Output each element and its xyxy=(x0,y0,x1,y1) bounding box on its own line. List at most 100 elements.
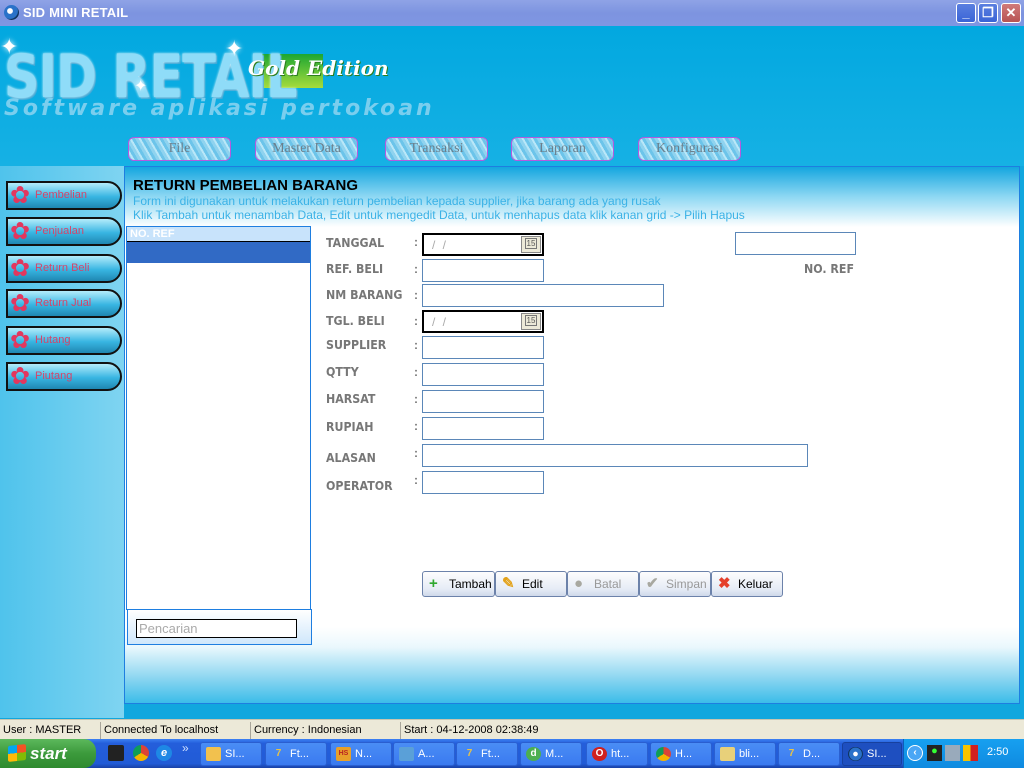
task-7zip-3[interactable]: 7 D... xyxy=(778,742,840,766)
restore-button[interactable]: ❐ xyxy=(978,3,998,23)
menu-transaksi[interactable]: Transaksi xyxy=(385,137,488,161)
task-hs[interactable]: HS N... xyxy=(330,742,392,766)
keluar-button[interactable]: ✖ Keluar xyxy=(711,571,783,597)
close-button[interactable]: ✕ xyxy=(1001,3,1021,23)
status-start-time: Start : 04-12-2008 02:38:49 xyxy=(400,722,1024,739)
task-media[interactable]: A... xyxy=(393,742,455,766)
batal-button[interactable]: ● Batal xyxy=(567,571,639,597)
task-zip-folder[interactable]: bli... xyxy=(714,742,776,766)
button-label: Tambah xyxy=(449,577,492,591)
alasan-field[interactable] xyxy=(422,444,808,467)
button-label: Edit xyxy=(522,577,543,591)
chrome-icon xyxy=(656,747,671,761)
media-icon xyxy=(399,747,414,761)
start-button[interactable]: start xyxy=(0,739,96,768)
sparkle-icon: ✦ xyxy=(0,34,19,59)
start-label: start xyxy=(30,744,67,763)
task-dreamweaver[interactable]: d M... xyxy=(520,742,582,766)
title-bar: SID MINI RETAIL _ ❐ ✕ xyxy=(0,0,1024,26)
quicklaunch-app-icon[interactable] xyxy=(108,745,124,761)
grid-column-header[interactable]: NO. REF xyxy=(127,227,310,242)
qtty-field[interactable] xyxy=(422,363,544,386)
edit-button[interactable]: ✎ Edit xyxy=(495,571,567,597)
task-label: SI... xyxy=(225,748,245,760)
form-panel: RETURN PEMBELIAN BARANG Form ini digunak… xyxy=(124,166,1020,704)
minimize-button[interactable]: _ xyxy=(956,3,976,23)
sidebar-item-piutang[interactable]: ✿ Piutang xyxy=(6,362,122,391)
tambah-button[interactable]: + Tambah xyxy=(422,571,495,597)
logo-subtitle: Software aplikasi pertokoan xyxy=(4,96,435,121)
app-globe-icon xyxy=(848,747,863,761)
colon: : xyxy=(414,262,418,276)
operator-field[interactable] xyxy=(422,471,544,494)
calendar-icon[interactable]: 15 xyxy=(521,236,541,253)
status-bar: User : MASTER Connected To localhost Cur… xyxy=(0,719,1024,739)
data-grid[interactable]: NO. REF Pencarian xyxy=(126,226,312,645)
menu-laporan[interactable]: Laporan xyxy=(511,137,614,161)
date-placeholder: / / xyxy=(432,315,449,329)
app-globe-icon xyxy=(4,5,19,20)
label-no-ref: NO. REF xyxy=(804,262,855,276)
sparkle-icon: ✦ xyxy=(134,78,148,95)
menu-file[interactable]: File xyxy=(128,137,231,161)
harsat-field[interactable] xyxy=(422,390,544,413)
simpan-button[interactable]: ✔ Simpan xyxy=(639,571,711,597)
network-icon[interactable] xyxy=(945,745,960,761)
rupiah-field[interactable] xyxy=(422,417,544,440)
colon: : xyxy=(414,392,418,406)
dreamweaver-icon: d xyxy=(526,747,541,761)
label-alasan: ALASAN xyxy=(326,451,376,465)
search-input[interactable]: Pencarian xyxy=(136,619,297,638)
task-chrome[interactable]: H... xyxy=(650,742,712,766)
task-7zip-2[interactable]: 7 Ft... xyxy=(456,742,518,766)
date-placeholder: / / xyxy=(432,238,449,252)
ref-beli-field[interactable] xyxy=(422,259,544,282)
ie-icon[interactable]: e xyxy=(156,745,172,761)
flower-icon: ✿ xyxy=(9,290,31,317)
traffic-light-icon[interactable]: ● xyxy=(927,745,942,761)
chrome-icon[interactable] xyxy=(133,745,149,761)
clock[interactable]: 2:50 xyxy=(987,746,1008,758)
flower-icon: ✿ xyxy=(9,363,31,390)
tgl-beli-date-picker[interactable]: / / 15 xyxy=(422,310,544,333)
sidebar-item-penjualan[interactable]: ✿ Penjualan xyxy=(6,217,122,246)
7zip-icon: 7 xyxy=(788,748,795,759)
desktop: SID MINI RETAIL _ ❐ ✕ SID RETAIL Gold Ed… xyxy=(0,0,1024,768)
plus-icon: + xyxy=(429,575,438,592)
tanggal-date-picker[interactable]: / / 15 xyxy=(422,233,544,256)
sidebar-item-pembelian[interactable]: ✿ Pembelian xyxy=(6,181,122,210)
quicklaunch-more-icon[interactable]: » xyxy=(182,741,189,755)
button-label: Simpan xyxy=(666,577,707,591)
calendar-icon[interactable]: 15 xyxy=(521,313,541,330)
tray-app-icon[interactable] xyxy=(963,745,978,761)
sidebar-item-hutang[interactable]: ✿ Hutang xyxy=(6,326,122,355)
sidebar-item-label: Return Jual xyxy=(35,297,92,309)
sidebar-item-return-jual[interactable]: ✿ Return Jual xyxy=(6,289,122,318)
windows-logo-icon xyxy=(8,744,26,762)
sidebar-item-return-beli[interactable]: ✿ Return Beli xyxy=(6,254,122,283)
task-label: SI... xyxy=(867,748,887,760)
edition-text: Gold Edition xyxy=(248,56,389,80)
sidebar-item-label: Piutang xyxy=(35,370,73,382)
form-title: RETURN PEMBELIAN BARANG xyxy=(133,177,358,194)
menu-master-data[interactable]: Master Data xyxy=(255,137,358,161)
supplier-field[interactable] xyxy=(422,336,544,359)
no-ref-field[interactable] xyxy=(735,232,856,255)
status-currency: Currency : Indonesian xyxy=(250,722,400,739)
task-label: D... xyxy=(803,748,821,760)
colon: : xyxy=(414,314,418,328)
task-label: ht... xyxy=(611,748,630,760)
chevron-left-icon[interactable]: ‹ xyxy=(907,745,923,761)
task-7zip-1[interactable]: 7 Ft... xyxy=(265,742,327,766)
checkmark-icon: ✔ xyxy=(646,575,659,592)
grid-selected-row[interactable] xyxy=(127,242,310,263)
label-tgl-beli: TGL. BELI xyxy=(326,314,385,328)
system-tray: ‹ ● 2:50 xyxy=(903,739,1024,768)
colon: : xyxy=(414,338,418,352)
task-opera[interactable]: O ht... xyxy=(586,742,648,766)
task-folder[interactable]: SI... xyxy=(200,742,262,766)
task-sid-retail[interactable]: SI... xyxy=(842,742,902,766)
menu-konfigurasi[interactable]: Konfigurasi xyxy=(638,137,741,161)
label-rupiah: RUPIAH xyxy=(326,420,374,434)
nm-barang-field[interactable] xyxy=(422,284,664,307)
